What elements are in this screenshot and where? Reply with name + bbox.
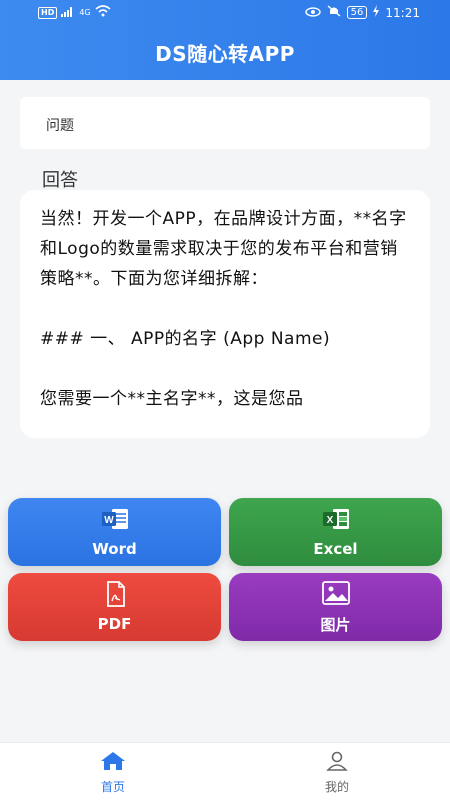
- app-header: HD 4G 56 11:21 DS随心转APP: [0, 0, 450, 80]
- answer-text: 当然！开发一个APP，在品牌设计方面，**名字和Logo的数量需求取决于您的发布…: [40, 209, 407, 409]
- pdf-icon: [100, 581, 130, 607]
- battery-level: 56: [346, 6, 368, 19]
- nav-home-label: 首页: [100, 780, 125, 794]
- pdf-button[interactable]: PDF: [8, 573, 221, 641]
- answer-label: 回答: [42, 170, 78, 191]
- question-field[interactable]: 问题: [20, 97, 430, 149]
- status-bar: HD 4G 56 11:21: [0, 0, 450, 26]
- answer-card[interactable]: 当然！开发一个APP，在品牌设计方面，**名字和Logo的数量需求取决于您的发布…: [20, 190, 430, 438]
- user-icon: [326, 751, 348, 774]
- clock-time: 11:21: [385, 5, 420, 20]
- eye-icon: [304, 6, 321, 20]
- status-right: 56 11:21: [304, 5, 420, 20]
- image-label: 图片: [320, 615, 351, 634]
- status-left: HD 4G: [38, 5, 111, 20]
- hd-indicator: HD: [38, 6, 58, 19]
- nav-mine-label: 我的: [324, 780, 349, 794]
- image-icon: [321, 580, 351, 606]
- mute-bell-icon: [327, 5, 341, 20]
- svg-text:W: W: [104, 515, 114, 526]
- excel-label: Excel: [313, 540, 358, 558]
- image-button[interactable]: 图片: [229, 573, 442, 641]
- nav-home[interactable]: 首页: [73, 751, 153, 795]
- excel-button[interactable]: X Excel: [229, 498, 442, 566]
- svg-text:X: X: [326, 515, 333, 526]
- bottom-nav: 首页 我的: [0, 742, 450, 800]
- word-label: Word: [92, 540, 137, 558]
- signal-icon: [61, 6, 75, 20]
- home-icon: [100, 751, 126, 774]
- excel-icon: X: [321, 506, 351, 532]
- nav-mine[interactable]: 我的: [297, 751, 377, 795]
- word-button[interactable]: W Word: [8, 498, 221, 566]
- word-icon: W: [100, 506, 130, 532]
- wifi-icon: [95, 5, 111, 20]
- pdf-label: PDF: [97, 615, 132, 633]
- network-label: 4G: [79, 8, 91, 17]
- charging-icon: [373, 5, 380, 20]
- app-title: DS随心转APP: [155, 42, 295, 66]
